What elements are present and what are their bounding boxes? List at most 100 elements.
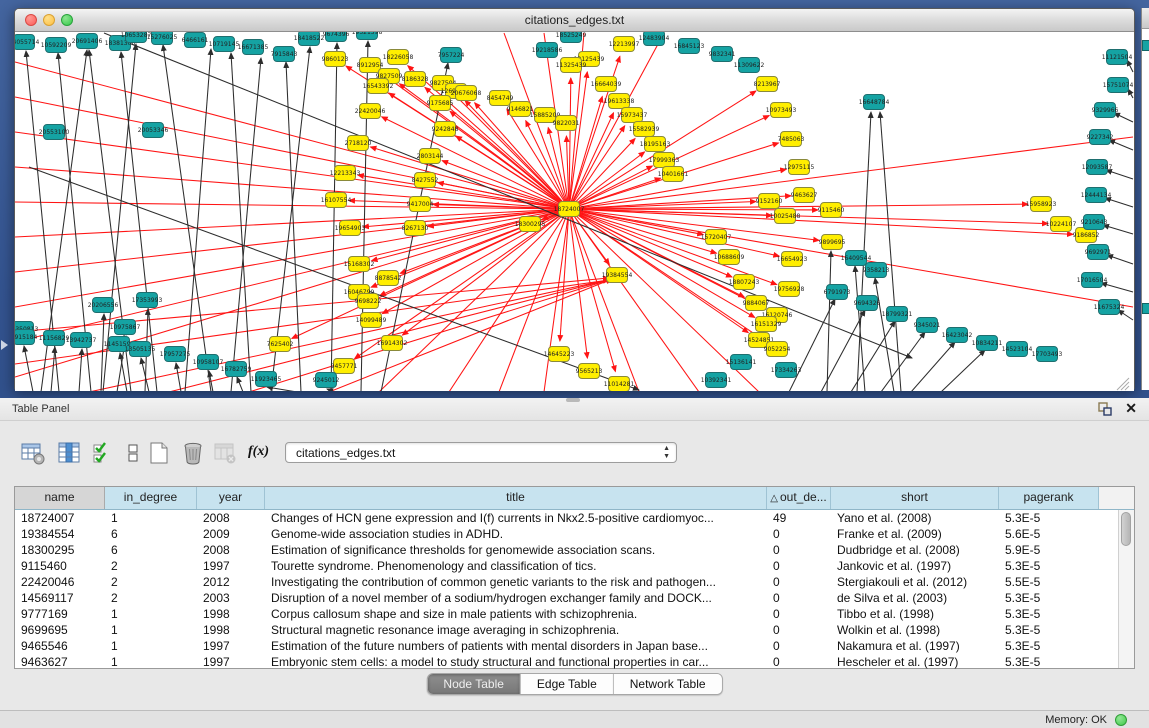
- graph-node[interactable]: 9674396: [323, 32, 350, 42]
- resize-grip-icon[interactable]: [1121, 382, 1129, 390]
- table-cell[interactable]: 22420046: [15, 574, 105, 590]
- graph-node[interactable]: 10975867: [110, 320, 141, 335]
- column-header-title[interactable]: title: [265, 487, 767, 509]
- graph-node[interactable]: 12213343: [330, 166, 361, 181]
- table-cell[interactable]: 5.3E-5: [999, 510, 1099, 526]
- graph-node[interactable]: 15136141: [726, 355, 757, 370]
- table-cell[interactable]: 5.3E-5: [999, 590, 1099, 606]
- graph-node[interactable]: 12213997: [609, 37, 640, 52]
- graph-node[interactable]: 11121504: [1102, 50, 1133, 65]
- graph-node[interactable]: 20206556: [88, 298, 119, 313]
- graph-node[interactable]: 6791973: [824, 285, 851, 300]
- table-cell[interactable]: 14569117: [15, 590, 105, 606]
- graph-node[interactable]: 17703493: [1032, 347, 1063, 362]
- table-cell[interactable]: 5.3E-5: [999, 638, 1099, 654]
- delete-trash-icon[interactable]: [180, 440, 206, 466]
- graph-node[interactable]: 10719145: [209, 37, 240, 52]
- table-cell[interactable]: 0: [767, 654, 831, 670]
- table-cell[interactable]: 2: [105, 590, 197, 606]
- new-table-icon[interactable]: [146, 440, 172, 466]
- graph-node[interactable]: 11309622: [734, 58, 765, 73]
- graph-node[interactable]: 9358213: [863, 263, 890, 278]
- graph-node[interactable]: 12975115: [784, 160, 815, 175]
- graph-node[interactable]: 2718120: [345, 136, 372, 151]
- graph-node[interactable]: 8267130: [402, 221, 429, 236]
- graph-node[interactable]: 9860123: [322, 52, 349, 67]
- graph-node[interactable]: 9052254: [764, 342, 791, 357]
- graph-node[interactable]: 11325439: [556, 58, 587, 73]
- close-panel-icon[interactable]: ✕: [1125, 400, 1137, 416]
- graph-node[interactable]: 22420046: [355, 104, 386, 119]
- graph-node[interactable]: 9884067: [743, 296, 770, 311]
- graph-node[interactable]: 16648784: [859, 95, 890, 110]
- graph-node[interactable]: 9463627: [791, 188, 818, 203]
- graph-node[interactable]: 14099489: [356, 313, 387, 328]
- table-cell[interactable]: 0: [767, 638, 831, 654]
- graph-node[interactable]: 9832341: [709, 47, 736, 62]
- table-cell[interactable]: 5.3E-5: [999, 622, 1099, 638]
- table-cell[interactable]: 0: [767, 590, 831, 606]
- graph-node[interactable]: 9345021: [914, 318, 941, 333]
- graph-node[interactable]: 15973437: [617, 108, 648, 123]
- table-cell[interactable]: Estimation of significance thresholds fo…: [265, 542, 767, 558]
- graph-node[interactable]: 20553100: [39, 125, 70, 140]
- graph-node[interactable]: 19218586: [532, 43, 563, 58]
- table-cell[interactable]: Investigating the contribution of common…: [265, 574, 767, 590]
- scrollbar-thumb[interactable]: [1121, 512, 1131, 546]
- table-cell[interactable]: 1: [105, 606, 197, 622]
- table-cell[interactable]: 9463627: [15, 654, 105, 670]
- graph-hub-node[interactable]: 18724007: [554, 202, 585, 217]
- column-header-name[interactable]: name: [15, 487, 105, 509]
- column-header-short[interactable]: short: [831, 487, 999, 509]
- table-row[interactable]: 977716911998Corpus callosum shape and si…: [15, 606, 1134, 622]
- table-cell[interactable]: 2008: [197, 542, 265, 558]
- graph-node[interactable]: 10401661: [658, 167, 689, 182]
- graph-node[interactable]: 8186328: [402, 72, 429, 87]
- table-cell[interactable]: 19384554: [15, 526, 105, 542]
- column-header-pagerank[interactable]: pagerank: [999, 487, 1099, 509]
- graph-node[interactable]: 9115460: [818, 203, 845, 218]
- graph-node[interactable]: 16543392: [363, 79, 394, 94]
- graph-node[interactable]: 18300295: [515, 217, 546, 232]
- graph-node[interactable]: 14523104: [1002, 342, 1033, 357]
- table-cell[interactable]: 2: [105, 574, 197, 590]
- table-cell[interactable]: Hescheler et al. (1997): [831, 654, 999, 670]
- vertical-scrollbar[interactable]: [1118, 510, 1134, 668]
- table-cell[interactable]: 5.6E-5: [999, 526, 1099, 542]
- graph-node[interactable]: 10392341: [701, 373, 732, 388]
- graph-node[interactable]: 16654923: [777, 252, 808, 267]
- table-cell[interactable]: 2008: [197, 510, 265, 526]
- table-cell[interactable]: 1998: [197, 622, 265, 638]
- graph-node[interactable]: 9152160: [756, 194, 783, 209]
- table-cell[interactable]: 0: [767, 606, 831, 622]
- graph-node[interactable]: 20691406: [72, 34, 103, 49]
- graph-node[interactable]: 19613338: [604, 94, 635, 109]
- table-cell[interactable]: Embryonic stem cells: a model to study s…: [265, 654, 767, 670]
- table-cell[interactable]: 9465546: [15, 638, 105, 654]
- table-row[interactable]: 911546021997Tourette syndrome. Phenomeno…: [15, 558, 1134, 574]
- table-cell[interactable]: 9777169: [15, 606, 105, 622]
- network-canvas[interactable]: 1872400798601238912954182260589827509165…: [15, 32, 1134, 391]
- table-cell[interactable]: 2003: [197, 590, 265, 606]
- table-cell[interactable]: Franke et al. (2009): [831, 526, 999, 542]
- graph-node[interactable]: 9692971: [1085, 245, 1112, 260]
- table-cell[interactable]: 0: [767, 622, 831, 638]
- graph-node[interactable]: 15958923: [1026, 197, 1057, 212]
- graph-node[interactable]: 17999363: [649, 153, 680, 168]
- graph-node[interactable]: 20676068: [451, 86, 482, 101]
- graph-node[interactable]: 8213967: [754, 77, 781, 92]
- splitter-grip[interactable]: [566, 398, 580, 402]
- graph-node[interactable]: 11014281: [604, 377, 635, 392]
- table-row[interactable]: 969969511998Structural magnetic resonanc…: [15, 622, 1134, 638]
- graph-node[interactable]: 17957275: [160, 347, 191, 362]
- graph-node[interactable]: 19756928: [774, 282, 805, 297]
- graph-node[interactable]: 11675324: [1094, 300, 1125, 315]
- table-cell[interactable]: Wolkin et al. (1998): [831, 622, 999, 638]
- graph-node[interactable]: 16845123: [674, 39, 705, 54]
- table-cell[interactable]: 2009: [197, 526, 265, 542]
- table-cell[interactable]: 1: [105, 510, 197, 526]
- graph-node[interactable]: 10834211: [972, 336, 1003, 351]
- graph-node[interactable]: 10973493: [766, 103, 797, 118]
- panel-collapse-arrow-icon[interactable]: [1, 340, 8, 350]
- graph-node[interactable]: 9822031: [553, 116, 580, 131]
